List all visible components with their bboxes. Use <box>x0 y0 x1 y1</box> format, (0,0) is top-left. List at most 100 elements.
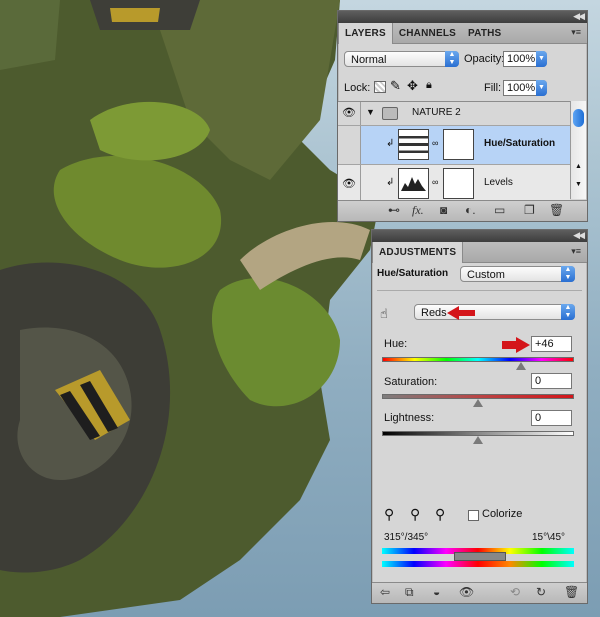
reset-icon[interactable]: ↻ <box>536 585 546 599</box>
lock-all-icon[interactable]: 🔒︎ <box>426 79 432 92</box>
chevron-updown-icon: ▲ ▼ <box>445 51 459 67</box>
layers-list: 👁︎ ▼ NATURE 2 ↲ ∞ Hue/Saturation 👁︎ ↲ ∞ … <box>338 101 570 200</box>
fx-icon[interactable]: fx. <box>412 203 424 218</box>
colorize-checkbox[interactable] <box>468 510 479 521</box>
fill-value: 100% <box>507 82 536 94</box>
collapse-icon[interactable]: ◀◀ <box>573 230 585 241</box>
layer-mask-thumbnail[interactable] <box>443 129 474 160</box>
layer-mask-thumbnail[interactable] <box>443 168 474 199</box>
back-icon[interactable]: ⇦ <box>380 585 390 599</box>
chevron-updown-icon: ▲ ▼ <box>561 266 575 282</box>
annotation-arrow-icon <box>502 337 530 353</box>
preset-select[interactable]: Custom ▲ ▼ <box>460 266 575 282</box>
hue-label: Hue: <box>384 338 408 350</box>
eye-icon[interactable]: 👁︎ <box>338 102 361 125</box>
mask-icon[interactable]: ◙ <box>440 203 447 217</box>
colorize-label[interactable]: Colorize <box>482 508 522 520</box>
adjustments-tabbar: ADJUSTMENTS ▾≡ <box>372 242 587 263</box>
chain-link-icon[interactable]: ∞ <box>432 138 438 148</box>
chevron-down-icon: ▼ <box>536 80 547 96</box>
saturation-value: 0 <box>535 375 542 387</box>
link-icon[interactable]: ⊷ <box>388 203 400 217</box>
eye-icon[interactable]: 👁︎ <box>338 165 361 200</box>
layer-row-levels[interactable]: 👁︎ ↲ ∞ Levels <box>338 165 570 200</box>
lightness-label: Lightness: <box>384 412 435 424</box>
hue-slider-thumb[interactable] <box>516 362 526 370</box>
blend-mode-select[interactable]: Normal ▲ ▼ <box>344 51 459 67</box>
preset-value: Custom <box>467 269 505 281</box>
expand-triangle-icon[interactable]: ▼ <box>366 107 375 117</box>
adjustment-thumbnail <box>398 129 429 160</box>
layer-group-row[interactable]: 👁︎ ▼ NATURE 2 <box>338 102 570 126</box>
eye-icon[interactable] <box>338 126 361 164</box>
opacity-field[interactable]: 100% <box>503 51 537 67</box>
opacity-value: 100% <box>507 53 536 65</box>
layer-row-hue-saturation[interactable]: ↲ ∞ Hue/Saturation <box>338 126 570 165</box>
eyedropper-plus-icon[interactable]: ⚲ <box>410 506 420 523</box>
trash-icon[interactable]: 🗑︎ <box>564 585 579 599</box>
adjustments-panel: ◀◀ ADJUSTMENTS ▾≡ Hue/Saturation Custom … <box>371 229 588 604</box>
divider <box>377 290 582 291</box>
tab-paths[interactable]: PATHS <box>462 23 507 43</box>
scroll-down-icon[interactable]: ▼ <box>575 181 582 188</box>
chain-link-icon[interactable]: ∞ <box>432 177 438 187</box>
range-right-label: 15°\45° <box>532 532 566 543</box>
eye-icon[interactable]: 👁︎ <box>459 585 474 599</box>
scroll-up-icon[interactable]: ▲ <box>575 163 582 170</box>
opacity-label: Opacity: <box>464 53 505 65</box>
scrollbar-thumb[interactable] <box>573 109 584 127</box>
saturation-label: Saturation: <box>384 376 438 388</box>
lightness-field[interactable]: 0 <box>531 410 572 426</box>
lock-transparent-icon[interactable] <box>374 81 386 93</box>
adjustments-panel-titlebar[interactable]: ◀◀ <box>372 230 587 242</box>
saturation-field[interactable]: 0 <box>531 373 572 389</box>
channel-select[interactable]: Reds ▲ ▼ <box>414 304 575 320</box>
collapse-icon[interactable]: ◀◀ <box>573 11 585 22</box>
tab-adjustments[interactable]: ADJUSTMENTS <box>372 242 464 263</box>
lock-label: Lock: <box>344 82 371 94</box>
fill-label: Fill: <box>484 82 502 94</box>
saturation-slider-thumb[interactable] <box>473 399 483 407</box>
visibility-toggle-icon[interactable]: ◒ <box>433 585 440 599</box>
color-range-bar-bottom <box>382 561 574 567</box>
adjustment-icon[interactable]: ◐. <box>465 203 476 217</box>
targeted-adjustment-icon[interactable]: ☝︎ <box>380 306 388 322</box>
annotation-arrow-icon <box>447 306 475 320</box>
opacity-slider-toggle[interactable]: ▼ <box>536 51 547 67</box>
clip-icon[interactable]: ⧉ <box>405 585 414 600</box>
layers-scrollbar[interactable]: ▲ ▼ <box>570 101 586 199</box>
layer-name[interactable]: Levels <box>484 177 513 188</box>
lightness-slider-thumb[interactable] <box>473 436 483 444</box>
folder-icon <box>382 107 398 120</box>
adjustment-title: Hue/Saturation <box>377 268 449 279</box>
blend-mode-value: Normal <box>351 54 387 66</box>
layers-panel-titlebar[interactable]: ◀◀ <box>338 11 587 23</box>
previous-state-icon[interactable]: ⟲ <box>510 585 520 599</box>
clip-arrow-icon: ↲ <box>386 177 395 188</box>
hue-slider[interactable] <box>382 357 574 362</box>
layers-footer: ⊷ fx. ◙ ◐. ▭ ❐ 🗑︎ <box>338 200 587 221</box>
chevron-updown-icon: ▲ ▼ <box>561 304 575 320</box>
group-name: NATURE 2 <box>412 107 461 118</box>
channel-value: Reds <box>421 307 447 319</box>
fill-field[interactable]: 100% <box>503 80 537 96</box>
trash-icon[interactable]: 🗑︎ <box>549 203 564 217</box>
fill-slider-toggle[interactable]: ▼ <box>536 80 547 96</box>
hue-field[interactable]: +46 <box>531 336 572 352</box>
new-layer-icon[interactable]: ❐ <box>524 203 535 217</box>
layer-name[interactable]: Hue/Saturation <box>484 138 555 149</box>
histogram-icon <box>401 177 426 191</box>
clip-arrow-icon: ↲ <box>386 138 395 149</box>
panel-menu-icon[interactable]: ▾≡ <box>571 246 581 257</box>
tab-layers[interactable]: LAYERS <box>338 23 393 44</box>
eyedropper-minus-icon[interactable]: ⚲ <box>435 506 445 523</box>
eyedropper-icon[interactable]: ⚲ <box>384 506 394 523</box>
lock-position-icon[interactable]: ✥ <box>407 78 418 94</box>
lock-paint-icon[interactable]: ✎ <box>390 78 401 94</box>
lightness-value: 0 <box>535 412 542 424</box>
tab-channels[interactable]: CHANNELS <box>393 23 462 43</box>
folder-icon[interactable]: ▭ <box>494 203 505 217</box>
color-range-selector[interactable] <box>454 552 506 561</box>
panel-menu-icon[interactable]: ▾≡ <box>571 27 581 38</box>
layers-tabbar: LAYERS CHANNELS PATHS ▾≡ <box>338 23 587 44</box>
